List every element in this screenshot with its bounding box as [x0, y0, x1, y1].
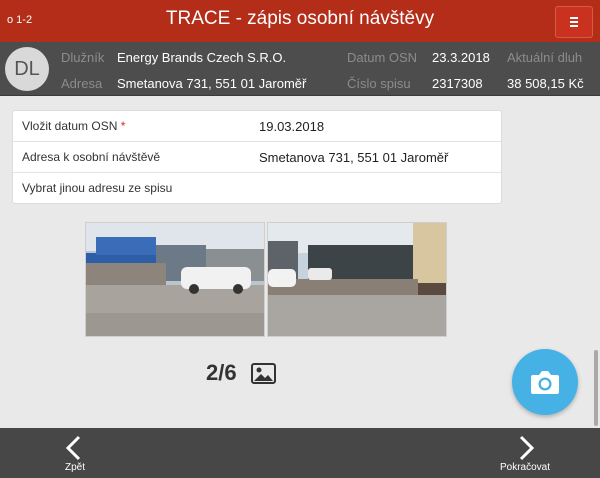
choose-other-address-row[interactable]: Vybrat jinou adresu ze spisu [13, 173, 501, 204]
image-gallery-icon[interactable] [251, 363, 276, 384]
bottom-nav: Zpět Pokračovat [0, 428, 600, 478]
camera-icon [531, 371, 559, 394]
osn-date-value: 23.3.2018 [432, 50, 490, 65]
photo-thumbnail[interactable] [267, 222, 447, 337]
osn-date-row[interactable]: Vložit datum OSN * 19.03.2018 [13, 111, 501, 142]
photo-thumbnail[interactable] [85, 222, 265, 337]
address-value: Smetanova 731, 551 01 Jaroměř [117, 76, 307, 91]
osn-date-field-label: Vložit datum OSN [22, 119, 118, 133]
menu-button[interactable] [555, 6, 593, 38]
continue-button[interactable]: Pokračovat [480, 432, 570, 476]
choose-other-address-label: Vybrat jinou adresu ze spisu [22, 181, 173, 195]
debt-label: Aktuální dluh [507, 50, 583, 65]
photo-counter: 2/6 [206, 360, 237, 385]
visit-address-label: Adresa k osobní návštěvě [22, 150, 161, 164]
scrollbar[interactable] [594, 350, 598, 426]
visit-form: Vložit datum OSN * 19.03.2018 Adresa k o… [12, 110, 502, 204]
avatar: DL [5, 47, 49, 91]
debtor-label: Dlužník [61, 50, 105, 65]
debt-value: 38 508,15 Kč [507, 76, 584, 91]
address-label: Adresa [61, 76, 103, 91]
page-title: TRACE - zápis osobní návštěvy [165, 8, 435, 29]
visit-address-value[interactable]: Smetanova 731, 551 01 Jaroměř [259, 150, 448, 165]
back-label: Zpět [64, 462, 85, 473]
visit-address-row[interactable]: Adresa k osobní návštěvě Smetanova 731, … [13, 142, 501, 173]
osn-date-field-value[interactable]: 19.03.2018 [259, 119, 324, 134]
debtor-info-bar: DL Dlužník Energy Brands Czech S.R.O. Ad… [0, 42, 600, 96]
continue-label: Pokračovat [499, 462, 551, 473]
app-screen: o 1-2 TRACE - zápis osobní návštěvy DL D… [0, 0, 600, 478]
chevron-left-icon [65, 435, 81, 461]
debtor-value: Energy Brands Czech S.R.O. [117, 50, 287, 65]
hamburger-menu-icon [570, 17, 578, 19]
chevron-right-icon [519, 435, 535, 461]
yard-photo-2 [268, 223, 446, 336]
osn-date-label: Datum OSN [347, 50, 418, 65]
file-number-value: 2317308 [432, 76, 483, 91]
camera-button[interactable] [512, 349, 578, 415]
app-header: o 1-2 TRACE - zápis osobní návštěvy [0, 0, 600, 42]
back-button[interactable]: Zpět [30, 432, 120, 476]
file-number-label: Číslo spisu [347, 76, 411, 91]
required-mark: * [120, 119, 126, 133]
yard-photo-1 [86, 223, 264, 336]
